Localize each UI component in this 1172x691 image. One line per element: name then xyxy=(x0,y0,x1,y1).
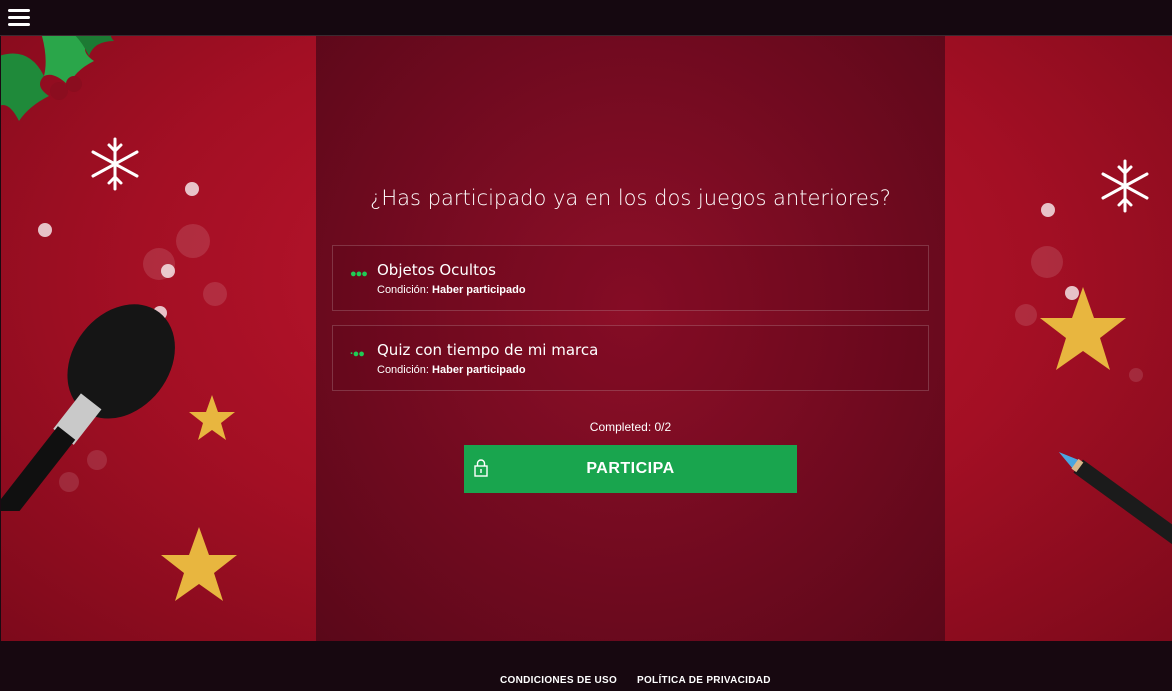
game-panel: ¿Has participado ya en los dos juegos an… xyxy=(316,36,945,641)
holly-leaves-decoration xyxy=(1,36,114,121)
snowflake-icon xyxy=(1101,159,1149,213)
terms-link[interactable]: CONDICIONES DE USO xyxy=(500,675,617,686)
game-item-card: ●●● Objetos Ocultos Condición: Haber par… xyxy=(332,245,929,311)
game-item-name: Objetos Ocultos xyxy=(377,261,496,279)
footer: CONDICIONES DE USO POLÍTICA DE PRIVACIDA… xyxy=(0,641,1172,691)
bokeh-dot xyxy=(1031,246,1063,278)
bokeh-dot xyxy=(1129,368,1143,382)
condition-label: Condición: xyxy=(377,364,429,376)
bokeh-dot xyxy=(1041,203,1055,217)
game-item-condition: Condición: Haber participado xyxy=(377,284,526,296)
privacy-link[interactable]: POLÍTICA DE PRIVACIDAD xyxy=(637,675,771,686)
status-dots-icon: ·●● xyxy=(350,348,365,360)
eye-pencil-decoration xyxy=(1058,452,1172,561)
question-title: ¿Has participado ya en los dos juegos an… xyxy=(370,186,891,210)
game-stage: ¿Has participado ya en los dos juegos an… xyxy=(1,36,1172,641)
condition-value: Haber participado xyxy=(432,364,526,376)
participa-button-label: PARTICIPA xyxy=(586,460,675,477)
makeup-brush-decoration xyxy=(1,304,175,511)
snowflake-icon xyxy=(91,137,139,191)
bokeh-dot xyxy=(203,282,227,306)
bokeh-dot xyxy=(38,223,52,237)
bokeh-dot xyxy=(143,248,175,280)
completed-counter: Completed: 0/2 xyxy=(589,420,672,434)
gold-star-icon xyxy=(161,527,237,601)
bokeh-dot xyxy=(176,224,210,258)
gold-star-icon xyxy=(189,395,235,440)
hamburger-menu-icon[interactable] xyxy=(8,9,30,27)
game-item-condition: Condición: Haber participado xyxy=(377,364,526,376)
lock-icon xyxy=(474,459,488,477)
game-item-card: ·●● Quiz con tiempo de mi marca Condició… xyxy=(332,325,929,391)
bokeh-dot xyxy=(1015,304,1037,326)
game-item-name: Quiz con tiempo de mi marca xyxy=(377,341,599,359)
gold-star-icon xyxy=(1040,287,1126,370)
bokeh-dot xyxy=(185,182,199,196)
participa-button[interactable]: PARTICIPA xyxy=(464,445,797,493)
condition-value: Haber participado xyxy=(432,284,526,296)
condition-label: Condición: xyxy=(377,284,429,296)
status-dots-icon: ●●● xyxy=(350,268,368,280)
top-bar xyxy=(0,0,1172,36)
